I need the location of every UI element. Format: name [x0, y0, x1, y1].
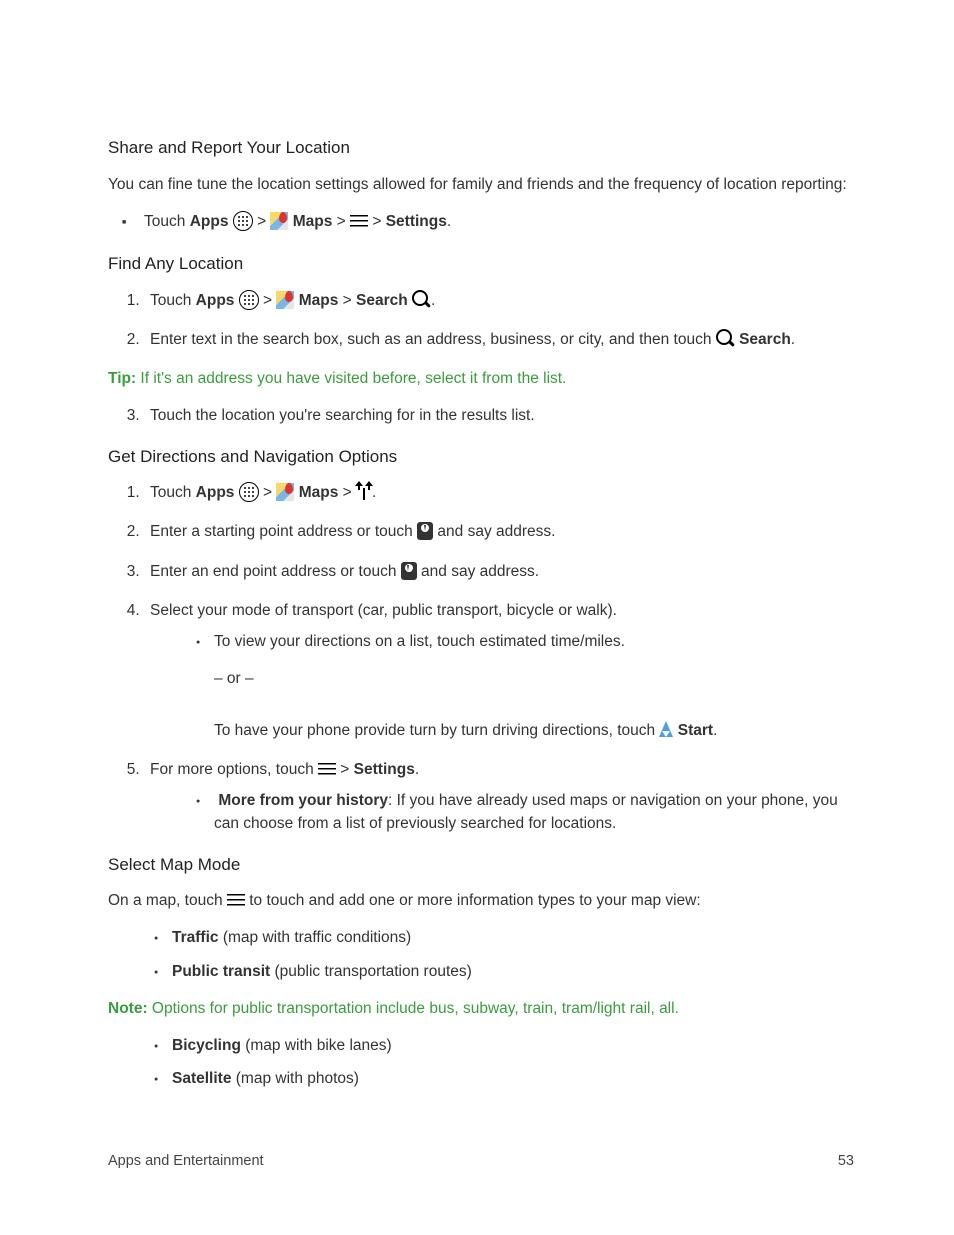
apps-label: Apps: [196, 292, 235, 309]
menu-icon: [318, 763, 336, 775]
text: Enter text in the search box, such as an…: [150, 331, 716, 348]
list-item: Touch the location you're searching for …: [144, 404, 854, 427]
document-page: Share and Report Your Location You can f…: [0, 0, 954, 1232]
text: (map with traffic conditions): [219, 929, 412, 946]
text: (public transportation routes): [270, 963, 472, 980]
separator: >: [253, 213, 271, 230]
list-item: Touch Apps > Maps > .: [144, 481, 854, 504]
paragraph: On a map, touch to touch and add one or …: [108, 889, 854, 912]
text: Enter a starting point address or touch: [150, 523, 417, 540]
text: Select your mode of transport (car, publ…: [150, 602, 617, 619]
separator: >: [332, 213, 350, 230]
text: (map with bike lanes): [241, 1037, 392, 1054]
search-icon: [412, 290, 431, 309]
search-icon: [716, 329, 735, 348]
text: Options for public transportation includ…: [148, 1000, 679, 1017]
text: .: [447, 213, 451, 230]
note-text: Note: Options for public transportation …: [108, 997, 854, 1020]
search-label: Search: [356, 292, 408, 309]
list-item: Select your mode of transport (car, publ…: [144, 599, 854, 742]
maps-icon: [276, 291, 294, 309]
footer-section: Apps and Entertainment: [108, 1151, 264, 1173]
heading-directions: Get Directions and Navigation Options: [108, 444, 854, 470]
navigation-icon: [659, 721, 673, 737]
separator: >: [259, 292, 277, 309]
separator: >: [338, 484, 356, 501]
text: Touch: [144, 213, 190, 230]
separator: >: [368, 213, 386, 230]
text-block: To have your phone provide turn by turn …: [150, 719, 854, 742]
list-item: Enter text in the search box, such as an…: [144, 328, 854, 351]
apps-icon: [233, 211, 253, 231]
list-item: More from your history: If you have alre…: [214, 789, 854, 836]
settings-label: Settings: [354, 761, 415, 778]
paragraph: You can fine tune the location settings …: [108, 173, 854, 196]
list-item: Enter an end point address or touch and …: [144, 560, 854, 583]
maps-label: Maps: [299, 484, 339, 501]
settings-label: Settings: [386, 213, 447, 230]
text: (map with photos): [231, 1070, 359, 1087]
list-item: For more options, touch > Settings. More…: [144, 758, 854, 836]
text: .: [415, 761, 419, 778]
satellite-label: Satellite: [172, 1070, 231, 1087]
transit-label: Public transit: [172, 963, 270, 980]
text: and say address.: [433, 523, 555, 540]
maps-icon: [270, 212, 288, 230]
or-divider: – or –: [150, 667, 854, 690]
bicycling-label: Bicycling: [172, 1037, 241, 1054]
text: Enter an end point address or touch: [150, 563, 401, 580]
start-label: Start: [678, 722, 713, 739]
text: If it's an address you have visited befo…: [136, 370, 566, 387]
tip-text: Tip: If it's an address you have visited…: [108, 367, 854, 390]
history-label: More from your history: [218, 792, 388, 809]
traffic-label: Traffic: [172, 929, 219, 946]
list-item: Public transit (public transportation ro…: [172, 960, 854, 983]
list-item: Traffic (map with traffic conditions): [172, 926, 854, 949]
text: .: [791, 331, 795, 348]
menu-icon: [227, 894, 245, 906]
tip-label: Tip:: [108, 370, 136, 387]
apps-label: Apps: [190, 213, 229, 230]
list-item: Enter a starting point address or touch …: [144, 520, 854, 543]
text: .: [713, 722, 717, 739]
mic-icon: [417, 522, 433, 540]
list-item: Satellite (map with photos): [172, 1067, 854, 1090]
separator: >: [259, 484, 277, 501]
separator: >: [336, 761, 354, 778]
note-label: Note:: [108, 1000, 148, 1017]
page-number: 53: [838, 1151, 854, 1173]
text: For more options, touch: [150, 761, 318, 778]
maps-label: Maps: [299, 292, 339, 309]
heading-map-mode: Select Map Mode: [108, 852, 854, 878]
text: .: [431, 292, 435, 309]
search-label: Search: [739, 331, 791, 348]
maps-label: Maps: [293, 213, 333, 230]
maps-icon: [276, 483, 294, 501]
apps-icon: [239, 482, 259, 502]
menu-icon: [350, 215, 368, 227]
text: and say address.: [417, 563, 539, 580]
apps-label: Apps: [196, 484, 235, 501]
text: Touch: [150, 292, 196, 309]
list-item: To view your directions on a list, touch…: [214, 630, 854, 653]
separator: >: [338, 292, 356, 309]
text: To have your phone provide turn by turn …: [214, 722, 659, 739]
text: Touch: [150, 484, 196, 501]
page-footer: Apps and Entertainment 53: [108, 1151, 854, 1173]
text: to touch and add one or more information…: [245, 892, 701, 909]
heading-share-location: Share and Report Your Location: [108, 135, 854, 161]
mic-icon: [401, 562, 417, 580]
directions-icon: [356, 482, 372, 500]
apps-icon: [239, 290, 259, 310]
heading-find-location: Find Any Location: [108, 251, 854, 277]
list-item: Touch Apps > Maps > Search .: [144, 289, 854, 312]
list-item: Bicycling (map with bike lanes): [172, 1034, 854, 1057]
text: On a map, touch: [108, 892, 227, 909]
list-item: Touch Apps > Maps > > Settings.: [140, 210, 854, 233]
text: .: [372, 484, 376, 501]
